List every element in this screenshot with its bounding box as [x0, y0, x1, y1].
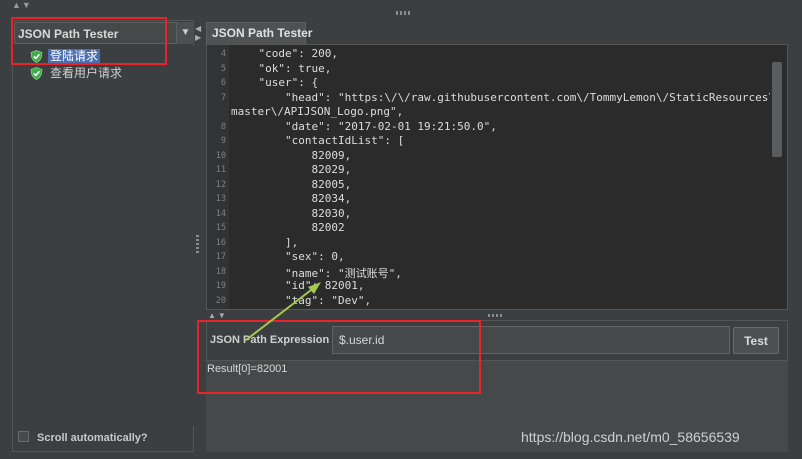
annotation-box [197, 320, 481, 394]
code-line: ], [232, 235, 299, 249]
line-number: 4 [220, 49, 226, 59]
line-number: 20 [215, 295, 226, 306]
line-number: 12 [215, 179, 226, 190]
dropdown-arrow-icon[interactable]: ▼ [176, 22, 194, 44]
line-number: 8 [220, 121, 226, 132]
line-number: 16 [215, 237, 226, 248]
line-number: 5 [220, 63, 226, 74]
code-line: 82030, [232, 206, 352, 220]
line-number: 10 [215, 150, 226, 161]
code-line: "ok": true, [232, 61, 332, 75]
watermark: https://blog.csdn.net/m0_58656539 [521, 429, 740, 445]
horizontal-splitter-grip[interactable] [488, 314, 502, 317]
tree-item-label: 查看用户请求 [50, 66, 123, 80]
shield-check-icon [30, 67, 43, 80]
line-number: 14 [215, 208, 226, 219]
code-line: "sex": 0, [232, 250, 345, 263]
code-line: "date": "2017-02-01 19:21:50.0", [232, 119, 497, 133]
line-number: 15 [215, 223, 226, 233]
code-line: "tag": "Dev", [232, 293, 372, 307]
code-line: "contactIdList": [ [232, 134, 405, 147]
splitter-arrows-icon[interactable]: ◀ ▶ [195, 24, 201, 42]
line-number: 7 [220, 92, 226, 103]
code-line: "id": 82001, [232, 279, 365, 292]
line-number: 6 [220, 78, 226, 88]
tree-item-view-user[interactable]: 查看用户请求 [30, 65, 124, 82]
code-line: 82002 [232, 221, 345, 234]
line-number: 9 [220, 136, 226, 146]
code-line: "head": "https:\/\/raw.githubusercontent… [232, 90, 782, 104]
line-number: 19 [215, 281, 226, 291]
editor-scrollbar-thumb[interactable] [772, 62, 782, 157]
code-line: 82034, [232, 192, 352, 205]
annotation-box [11, 17, 167, 65]
code-line: "user": { [232, 76, 319, 89]
line-number: 13 [215, 194, 226, 204]
test-button[interactable]: Test [733, 327, 779, 354]
line-number: 18 [215, 266, 226, 277]
code-line: "code": 200, [232, 47, 338, 60]
code-line: master\/APIJSON_Logo.png", [231, 105, 404, 118]
code-line: 82029, [232, 163, 352, 176]
scroll-automatically-label: Scroll automatically? [37, 432, 148, 444]
line-number: 17 [215, 252, 226, 262]
scroll-automatically-checkbox[interactable] [18, 431, 29, 442]
code-line: 82009, [232, 148, 352, 162]
sampler-tree: 登陆请求 查看用户请求 [14, 46, 194, 426]
code-line: 82005, [232, 177, 352, 191]
collapse-arrows-icon[interactable]: ▲▼ [12, 0, 32, 10]
splitter-arrows-icon[interactable]: ▲▼ [208, 311, 228, 320]
tab-label: JSON Path Tester [212, 26, 313, 40]
splitter-grip[interactable] [396, 11, 412, 15]
line-number: 11 [215, 165, 226, 175]
vertical-splitter-grip[interactable] [196, 235, 199, 253]
